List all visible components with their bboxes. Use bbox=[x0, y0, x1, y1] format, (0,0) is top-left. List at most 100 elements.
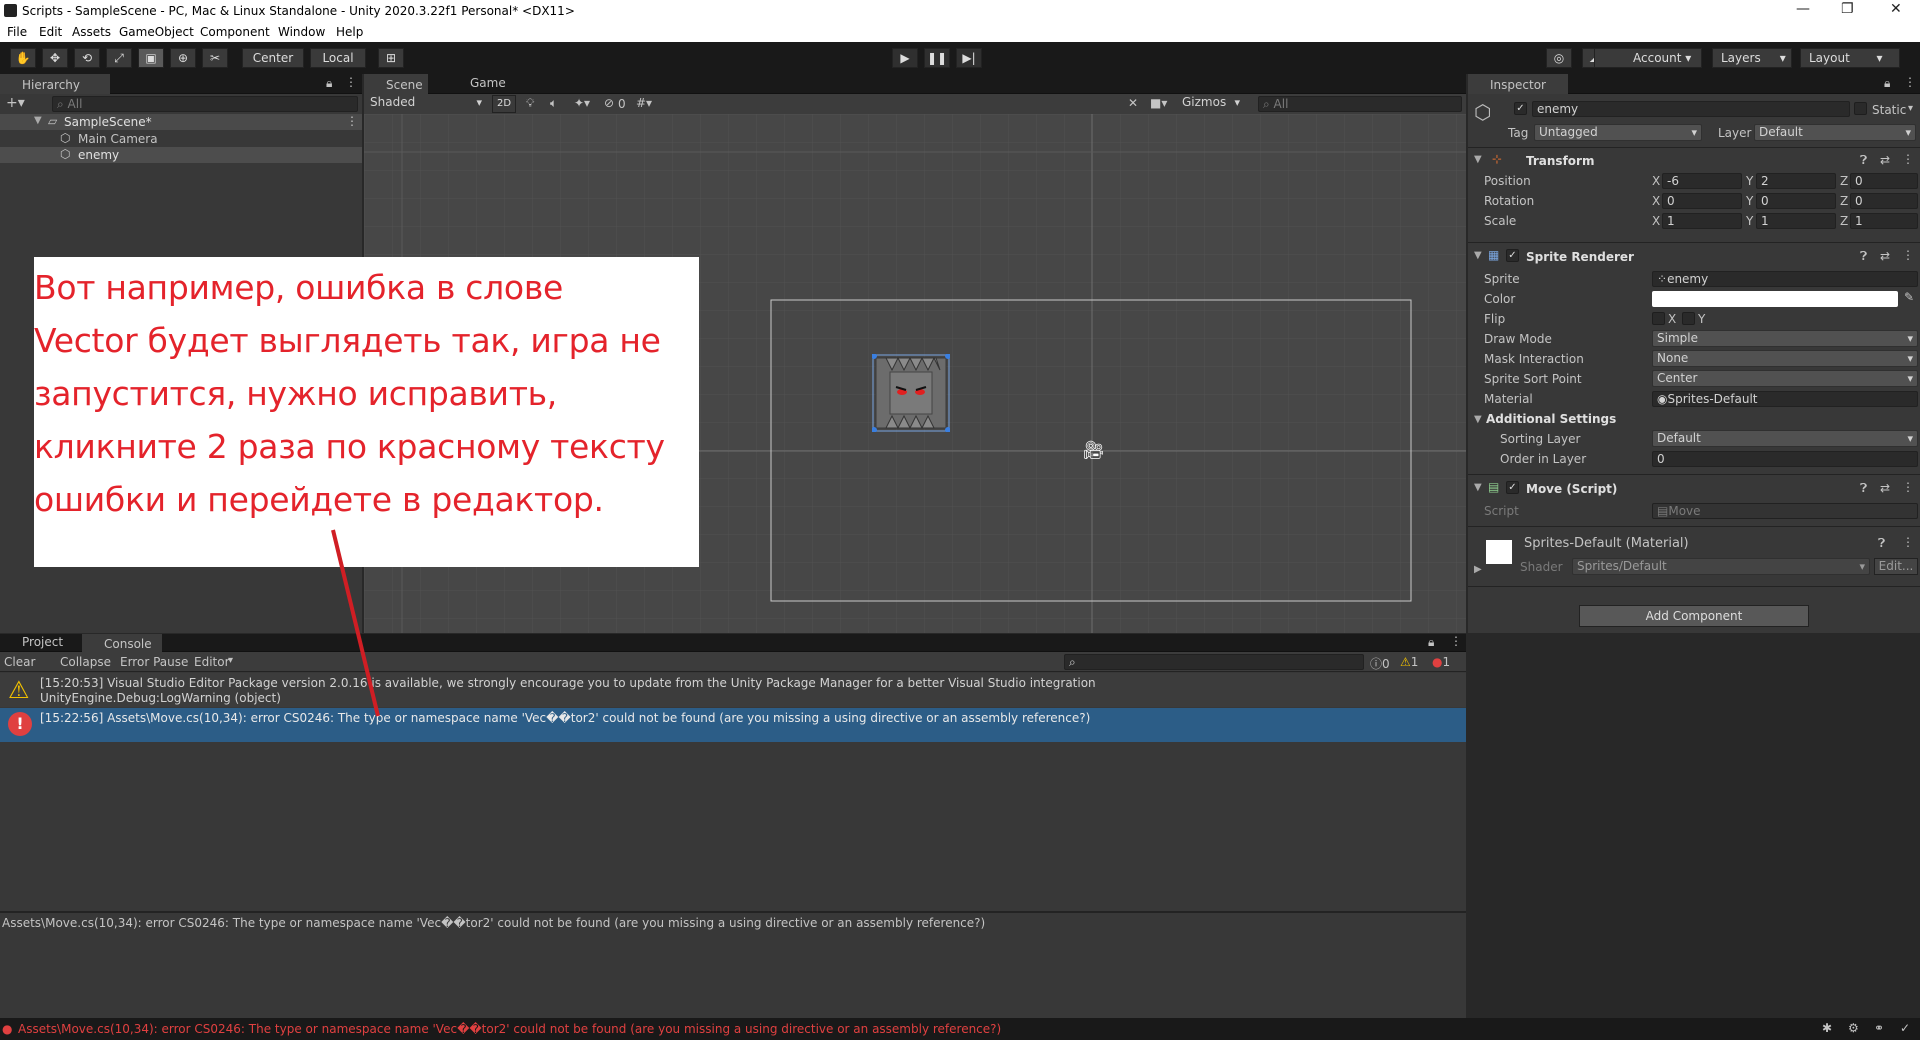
static-checkbox[interactable] bbox=[1854, 102, 1867, 115]
hand-tool-icon[interactable]: ✋ bbox=[10, 48, 36, 68]
pivot-center-button[interactable]: Center bbox=[242, 48, 304, 68]
audio-icon[interactable]: 🔈︎ bbox=[550, 96, 557, 111]
list-item[interactable]: ⬡ Main Camera bbox=[0, 131, 362, 147]
sprite-field[interactable]: ⁘enemy bbox=[1652, 271, 1918, 287]
scale-tool-icon[interactable]: ⤢ bbox=[106, 48, 132, 68]
log-count-toggle[interactable]: ⓘ0 bbox=[1370, 655, 1390, 672]
pivot-local-button[interactable]: Local bbox=[310, 48, 366, 68]
help-icon[interactable]: ❓︎ bbox=[1860, 249, 1867, 264]
flip-x-checkbox[interactable] bbox=[1652, 312, 1665, 325]
move-tool-icon[interactable]: ✥ bbox=[42, 48, 68, 68]
panel-menu-icon[interactable]: ⋮ bbox=[1450, 634, 1462, 648]
sorting-layer-dropdown[interactable]: Default bbox=[1652, 430, 1918, 447]
transform-header[interactable]: Transform bbox=[1526, 154, 1594, 168]
expand-arrow-icon[interactable]: ▼ bbox=[34, 115, 42, 126]
maximize-icon[interactable]: ❐ bbox=[1841, 1, 1854, 17]
sprite-sort-point-dropdown[interactable]: Center bbox=[1652, 370, 1918, 387]
collab-icon[interactable]: ◎ bbox=[1546, 48, 1572, 68]
check-icon[interactable]: ✓ bbox=[1900, 1021, 1910, 1035]
additional-settings-header[interactable]: Additional Settings bbox=[1486, 412, 1616, 426]
scale-y-field[interactable]: 1 bbox=[1756, 213, 1836, 229]
create-button[interactable]: +▾ bbox=[6, 95, 25, 111]
tab-inspector[interactable]: Inspector bbox=[1468, 74, 1568, 94]
position-x-field[interactable]: -6 bbox=[1662, 173, 1742, 189]
gizmos-dropdown[interactable]: Gizmos bbox=[1178, 95, 1244, 112]
scene-menu-icon[interactable]: ⋮ bbox=[346, 114, 358, 128]
eyedropper-icon[interactable]: ✎ bbox=[1904, 290, 1914, 304]
debug-icon[interactable]: ✱ bbox=[1822, 1021, 1832, 1035]
clear-button[interactable]: Clear bbox=[4, 655, 35, 669]
close-icon[interactable]: ✕ bbox=[1890, 1, 1902, 17]
material-field[interactable]: ◉Sprites-Default bbox=[1652, 391, 1918, 407]
component-menu-icon[interactable]: ⋮ bbox=[1902, 152, 1914, 166]
status-message[interactable]: Assets\Move.cs(10,34): error CS0246: The… bbox=[18, 1022, 1001, 1036]
grid-snap-icon[interactable]: ⊞ bbox=[378, 48, 404, 68]
lock-icon[interactable]: 🔒︎ bbox=[1428, 635, 1434, 650]
step-button-icon[interactable]: ▶| bbox=[956, 48, 982, 68]
account-dropdown[interactable]: Account ▾ bbox=[1594, 48, 1702, 68]
foldout-arrow-icon[interactable]: ▼ bbox=[1474, 154, 1482, 165]
lock-icon[interactable]: 🔒︎ bbox=[1884, 76, 1890, 91]
menu-window[interactable]: Window bbox=[278, 25, 325, 39]
presets-icon[interactable]: ⇄ bbox=[1880, 249, 1890, 263]
layers-dropdown[interactable]: Layers ▾ bbox=[1712, 48, 1792, 68]
scene-row[interactable]: ▼ ▱ SampleScene* ⋮ bbox=[0, 114, 362, 130]
script-enabled-checkbox[interactable]: ✓ bbox=[1506, 481, 1519, 494]
error-pause-button[interactable]: Error Pause bbox=[120, 655, 188, 669]
tab-console[interactable]: Console bbox=[82, 634, 162, 652]
scale-x-field[interactable]: 1 bbox=[1662, 213, 1742, 229]
menu-file[interactable]: File bbox=[7, 25, 27, 39]
network-icon[interactable]: ⚭ bbox=[1874, 1021, 1884, 1035]
tab-scene[interactable]: Scene bbox=[364, 74, 428, 94]
camera-gizmo-icon[interactable]: 🎥︎ bbox=[1082, 440, 1105, 461]
hidden-objects-icon[interactable]: ⊘ bbox=[604, 96, 614, 110]
rotation-x-field[interactable]: 0 bbox=[1662, 193, 1742, 209]
help-icon[interactable]: ❓︎ bbox=[1860, 153, 1867, 168]
enemy-sprite[interactable] bbox=[871, 353, 951, 433]
pause-button-icon[interactable]: ❚❚ bbox=[924, 48, 950, 68]
add-component-button[interactable]: Add Component bbox=[1579, 605, 1809, 627]
draw-mode-dropdown[interactable]: Simple bbox=[1652, 330, 1918, 347]
presets-icon[interactable]: ⇄ bbox=[1880, 153, 1890, 167]
custom-tool-icon[interactable]: ✂ bbox=[202, 48, 228, 68]
lock-icon[interactable]: 🔒︎ bbox=[326, 76, 332, 91]
help-icon[interactable]: ❓︎ bbox=[1878, 536, 1885, 551]
menu-help[interactable]: Help bbox=[336, 25, 363, 39]
console-search-input[interactable]: ⌕ bbox=[1064, 654, 1364, 670]
help-icon[interactable]: ❓︎ bbox=[1860, 481, 1867, 496]
list-item-selected[interactable]: ! [15:22:56] Assets\Move.cs(10,34): erro… bbox=[0, 708, 1466, 742]
transform-tool-icon[interactable]: ⊕ bbox=[170, 48, 196, 68]
position-z-field[interactable]: 0 bbox=[1850, 173, 1918, 189]
camera-icon[interactable]: ■▾ bbox=[1150, 96, 1167, 110]
move-script-header[interactable]: Move (Script) bbox=[1526, 482, 1617, 496]
position-y-field[interactable]: 2 bbox=[1756, 173, 1836, 189]
panel-menu-icon[interactable]: ⋮ bbox=[1904, 75, 1916, 89]
object-name-field[interactable]: enemy bbox=[1532, 101, 1850, 117]
menu-edit[interactable]: Edit bbox=[39, 25, 62, 39]
tab-project[interactable]: Project bbox=[0, 634, 80, 652]
sprite-renderer-enabled-checkbox[interactable]: ✓ bbox=[1506, 249, 1519, 262]
scene-search-input[interactable]: ⌕ All bbox=[1258, 96, 1462, 112]
list-item[interactable]: ⚠ [15:20:53] Visual Studio Editor Packag… bbox=[0, 673, 1466, 707]
rotate-tool-icon[interactable]: ⟲ bbox=[74, 48, 100, 68]
tools-icon[interactable]: ✕ bbox=[1128, 96, 1138, 110]
tab-hierarchy[interactable]: Hierarchy bbox=[0, 74, 110, 94]
static-dropdown-icon[interactable]: ▾ bbox=[1908, 103, 1913, 114]
mask-interaction-dropdown[interactable]: None bbox=[1652, 350, 1918, 367]
editor-dropdown[interactable]: Editor bbox=[194, 655, 230, 669]
effects-icon[interactable]: ✦▾ bbox=[574, 96, 590, 110]
shader-dropdown[interactable]: Sprites/Default bbox=[1572, 558, 1870, 575]
rotation-z-field[interactable]: 0 bbox=[1850, 193, 1918, 209]
menu-assets[interactable]: Assets bbox=[72, 25, 111, 39]
hierarchy-search-input[interactable]: ⌕ All bbox=[52, 96, 358, 112]
tag-dropdown[interactable]: Untagged bbox=[1534, 124, 1702, 141]
foldout-arrow-icon[interactable]: ▶ bbox=[1474, 564, 1482, 575]
material-header[interactable]: Sprites-Default (Material) bbox=[1524, 536, 1689, 551]
collapse-button[interactable]: Collapse bbox=[60, 655, 111, 669]
2d-toggle[interactable]: 2D bbox=[492, 95, 516, 113]
warning-count-toggle[interactable]: ⚠1 bbox=[1400, 655, 1418, 669]
tab-game[interactable]: Game bbox=[448, 74, 512, 94]
foldout-arrow-icon[interactable]: ▼ bbox=[1474, 250, 1482, 261]
layer-dropdown[interactable]: Default bbox=[1754, 124, 1916, 141]
color-swatch[interactable] bbox=[1652, 291, 1898, 307]
